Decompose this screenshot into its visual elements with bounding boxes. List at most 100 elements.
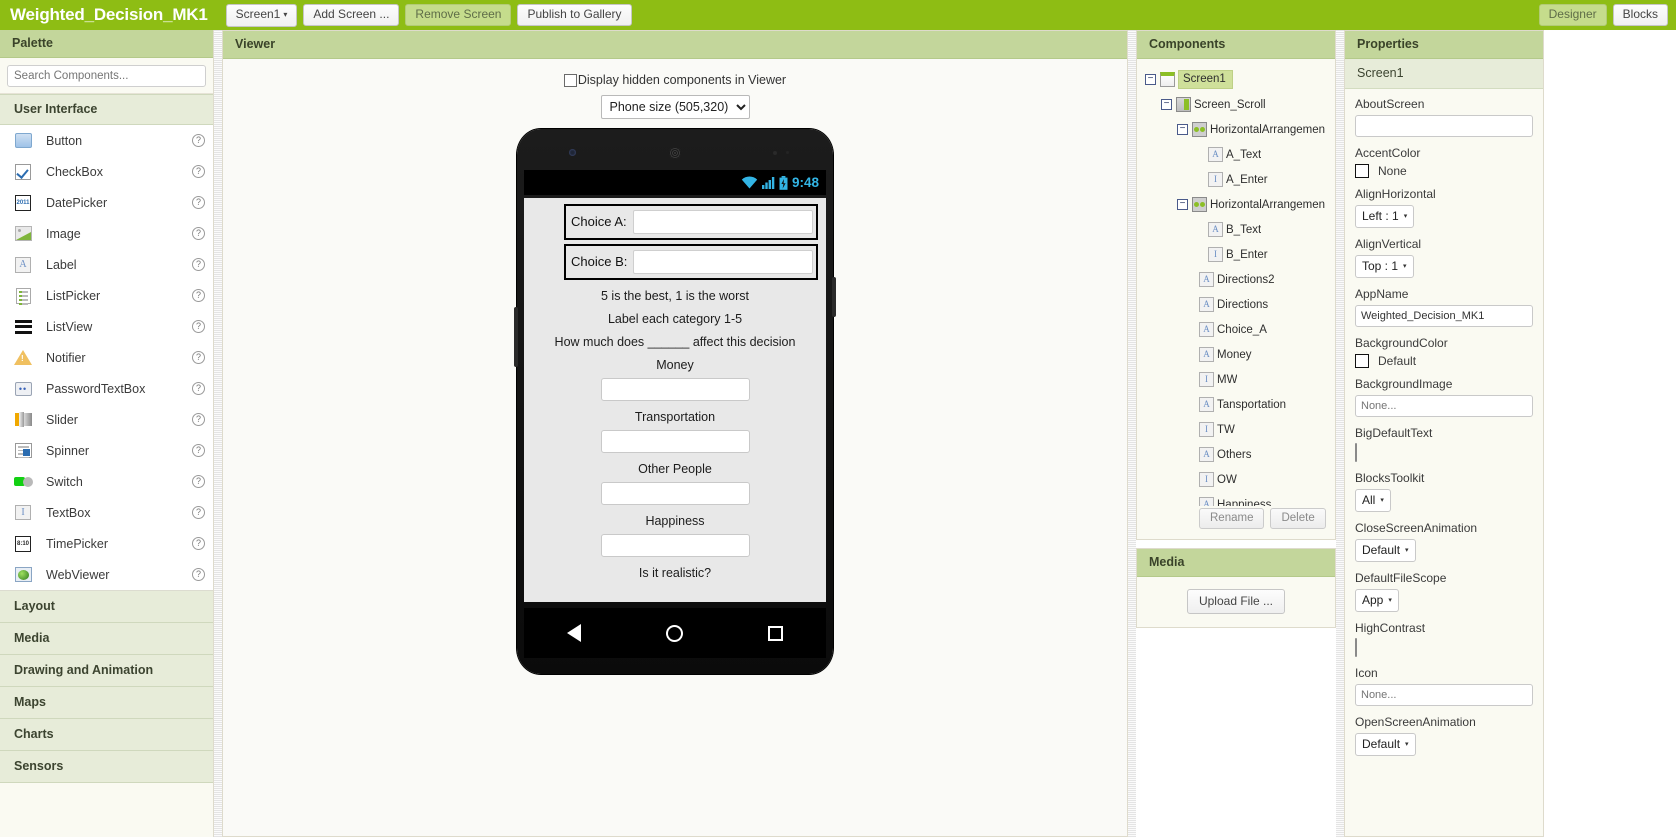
palette-item-timepicker[interactable]: 8:10 TimePicker ?	[0, 528, 213, 559]
help-icon[interactable]: ?	[192, 227, 205, 240]
palette-category-maps[interactable]: Maps	[0, 687, 213, 719]
palette-item-listview[interactable]: ListView ?	[0, 311, 213, 342]
display-hidden-components-row[interactable]: Display hidden components in Viewer	[563, 73, 786, 87]
tree-node-b-text[interactable]: A B_Text	[1137, 217, 1335, 242]
backgroundimage-input[interactable]	[1355, 395, 1533, 417]
upload-file-button[interactable]: Upload File ...	[1186, 589, 1286, 614]
palette-category-media[interactable]: Media	[0, 623, 213, 655]
collapse-icon[interactable]: −	[1161, 99, 1172, 110]
palette-category-user-interface[interactable]: User Interface	[0, 94, 213, 125]
designer-tab-button[interactable]: Designer	[1538, 4, 1607, 26]
palette-item-textbox[interactable]: I TextBox ?	[0, 497, 213, 528]
tw-textbox[interactable]	[600, 430, 750, 453]
panel-divider[interactable]	[214, 30, 222, 837]
help-icon[interactable]: ?	[192, 568, 205, 581]
hw-textbox[interactable]	[600, 534, 750, 557]
panel-divider[interactable]	[1128, 30, 1136, 837]
collapse-icon[interactable]: −	[1177, 124, 1188, 135]
add-screen-button[interactable]: Add Screen ...	[303, 4, 400, 26]
defaultfilescope-select[interactable]: App ▾	[1355, 589, 1399, 612]
palette-item-image[interactable]: Image ?	[0, 218, 213, 249]
rename-component-button[interactable]: Rename	[1199, 508, 1265, 529]
display-hidden-components-checkbox[interactable]	[563, 73, 577, 87]
palette-item-webviewer[interactable]: WebViewer ?	[0, 559, 213, 590]
palette-item-listpicker[interactable]: ListPicker ?	[0, 280, 213, 311]
icon-input[interactable]	[1355, 684, 1533, 706]
help-icon[interactable]: ?	[192, 413, 205, 426]
help-icon[interactable]: ?	[192, 258, 205, 271]
help-icon[interactable]: ?	[192, 320, 205, 333]
tree-node-money[interactable]: A Money	[1137, 342, 1335, 367]
ow-textbox[interactable]	[600, 482, 750, 505]
tree-node-tansportation[interactable]: A Tansportation	[1137, 392, 1335, 417]
screen-selector-button[interactable]: Screen1 ▾	[225, 3, 298, 27]
help-icon[interactable]: ?	[192, 475, 205, 488]
alignhorizontal-select[interactable]: Left : 1 ▾	[1355, 205, 1415, 228]
tree-node-screen1[interactable]: − Screen1	[1137, 67, 1335, 92]
tree-node-choice-a[interactable]: A Choice_A	[1137, 317, 1335, 342]
tree-node-ow[interactable]: I OW	[1137, 467, 1335, 492]
back-icon[interactable]	[566, 624, 581, 642]
palette-item-datepicker[interactable]: 2011 DatePicker ?	[0, 187, 213, 218]
blockstoolkit-select[interactable]: All ▾	[1355, 489, 1391, 512]
tree-node-others[interactable]: A Others	[1137, 442, 1335, 467]
tree-node-screen-scroll[interactable]: − Screen_Scroll	[1137, 92, 1335, 117]
help-icon[interactable]: ?	[192, 165, 205, 178]
help-icon[interactable]: ?	[192, 289, 205, 302]
tree-node-b-enter[interactable]: I B_Enter	[1137, 242, 1335, 267]
help-icon[interactable]: ?	[192, 506, 205, 519]
palette-item-button[interactable]: Button ?	[0, 125, 213, 156]
phone-size-select[interactable]: Phone size (505,320)	[600, 95, 750, 119]
help-icon[interactable]: ?	[192, 382, 205, 395]
blocks-tab-button[interactable]: Blocks	[1612, 4, 1668, 26]
panel-divider[interactable]	[1336, 30, 1344, 837]
palette-category-sensors[interactable]: Sensors	[0, 751, 213, 783]
closescreenanimation-select[interactable]: Default ▾	[1355, 539, 1416, 562]
palette-item-spinner[interactable]: Spinner ?	[0, 435, 213, 466]
palette-category-drawing-and-animation[interactable]: Drawing and Animation	[0, 655, 213, 687]
tree-node-horizontalarrangement2[interactable]: − HorizontalArrangemen	[1137, 192, 1335, 217]
help-icon[interactable]: ?	[192, 196, 205, 209]
palette-item-notifier[interactable]: Notifier ?	[0, 342, 213, 373]
palette-item-passwordtextbox[interactable]: •• PasswordTextBox ?	[0, 373, 213, 404]
recents-icon[interactable]	[768, 625, 784, 641]
help-icon[interactable]: ?	[192, 537, 205, 550]
b-enter-textbox[interactable]	[633, 250, 813, 274]
alignvertical-select[interactable]: Top : 1 ▾	[1355, 255, 1414, 278]
tree-node-horizontalarrangement1[interactable]: − HorizontalArrangemen	[1137, 117, 1335, 142]
a-enter-textbox[interactable]	[632, 210, 813, 234]
remove-screen-button[interactable]: Remove Screen	[405, 4, 512, 26]
collapse-icon[interactable]: −	[1145, 74, 1156, 85]
highcontrast-checkbox[interactable]	[1355, 638, 1357, 657]
palette-item-slider[interactable]: Slider ?	[0, 404, 213, 435]
home-icon[interactable]	[665, 624, 683, 642]
palette-item-checkbox[interactable]: CheckBox ?	[0, 156, 213, 187]
palette-item-switch[interactable]: Switch ?	[0, 466, 213, 497]
mw-textbox[interactable]	[600, 378, 750, 401]
tree-node-mw[interactable]: I MW	[1137, 367, 1335, 392]
tree-node-happiness[interactable]: A Happiness	[1137, 492, 1335, 506]
publish-to-gallery-button[interactable]: Publish to Gallery	[517, 4, 632, 26]
openscreenanimation-select[interactable]: Default ▾	[1355, 733, 1416, 756]
palette-category-charts[interactable]: Charts	[0, 719, 213, 751]
tree-node-a-enter[interactable]: I A_Enter	[1137, 167, 1335, 192]
collapse-icon[interactable]: −	[1177, 199, 1188, 210]
tree-node-directions[interactable]: A Directions	[1137, 292, 1335, 317]
horizontal-arrangement-a[interactable]: Choice A:	[564, 204, 818, 240]
palette-category-layout[interactable]: Layout	[0, 591, 213, 623]
backgroundcolor-picker[interactable]: Default	[1355, 354, 1533, 368]
tree-node-directions2[interactable]: A Directions2	[1137, 267, 1335, 292]
help-icon[interactable]: ?	[192, 444, 205, 457]
help-icon[interactable]: ?	[192, 351, 205, 364]
delete-component-button[interactable]: Delete	[1270, 508, 1326, 529]
search-components-input[interactable]	[7, 65, 206, 87]
tree-node-tw[interactable]: I TW	[1137, 417, 1335, 442]
palette-item-label[interactable]: A Label ?	[0, 249, 213, 280]
tree-node-a-text[interactable]: A A_Text	[1137, 142, 1335, 167]
accentcolor-picker[interactable]: None	[1355, 164, 1533, 178]
help-icon[interactable]: ?	[192, 134, 205, 147]
bigdefaulttext-checkbox[interactable]	[1355, 443, 1357, 462]
horizontal-arrangement-b[interactable]: Choice B:	[564, 244, 818, 280]
appname-input[interactable]	[1355, 305, 1533, 327]
aboutscreen-input[interactable]	[1355, 115, 1533, 137]
